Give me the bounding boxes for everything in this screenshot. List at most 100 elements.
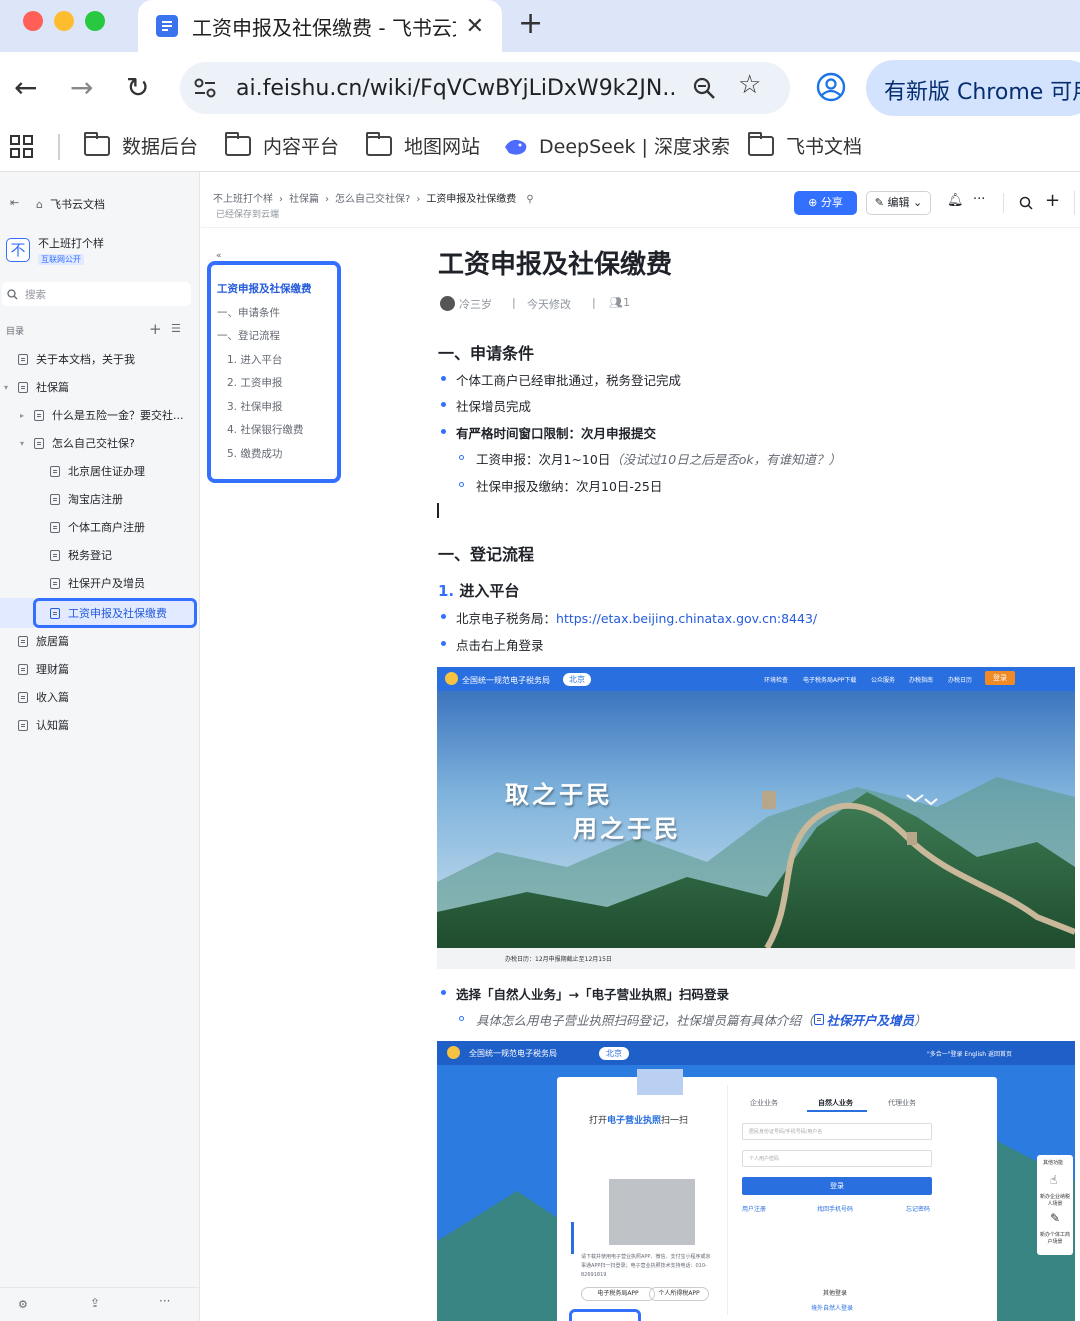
close-window-button[interactable] [23,11,43,31]
divider: | [512,296,516,309]
add-icon[interactable]: + [1045,190,1060,211]
tree-item[interactable]: 北京居住证办理 [36,463,145,479]
breadcrumb-item[interactable]: 工资申报及社保缴费 [426,194,516,205]
doc-mention-link[interactable]: 社保开户及增员 [813,1013,914,1028]
outline-item-active[interactable]: 工资申报及社保缴费 [217,281,312,296]
outline-item[interactable]: 1. 进入平台 [227,352,282,367]
profile-icon[interactable] [816,72,846,102]
tree-item[interactable]: 税务登记 [36,547,112,563]
chrome-update-button[interactable]: 有新版 Chrome 可用 [866,60,1080,116]
tree-item[interactable]: 淘宝店注册 [36,491,123,507]
outline-item[interactable]: 4. 社保银行缴费 [227,422,303,437]
add-page-icon[interactable]: + [149,320,162,338]
close-tab-icon[interactable]: ✕ [466,14,484,39]
side-panel-item[interactable]: 新办企业纳税人场景 [1039,1193,1071,1207]
minimize-window-button[interactable] [54,11,74,31]
site-nav-item[interactable]: 环境检查 [764,675,788,684]
reload-icon[interactable]: ↻ [126,66,149,110]
login-tab-active[interactable]: 自然人业务 [818,1098,853,1108]
tree-item[interactable]: 理财篇 [4,661,69,677]
etax-homepage-screenshot[interactable]: 全国统一规范电子税务局 北京 环境检查 电子税务局APP下载 公众服务 办税指南… [437,667,1075,969]
share-button[interactable]: ⊕ 分享 [794,191,857,215]
site-nav-item[interactable]: 电子税务局APP下载 [803,675,856,684]
breadcrumb-item[interactable]: 不上班打个样 [213,194,273,205]
edit-form-icon[interactable]: ✎ [1050,1211,1060,1225]
region-badge[interactable]: 北京 [563,673,591,686]
tree-item[interactable]: 收入篇 [4,689,69,705]
forward-arrow-icon[interactable]: → [70,66,93,110]
sidebar-search-input[interactable]: 搜索 [2,282,191,306]
search-icon[interactable] [1019,196,1033,210]
site-login-button[interactable]: 登录 [985,671,1015,685]
back-arrow-icon[interactable]: ← [14,66,37,110]
bookmark-folder[interactable]: 内容平台 [225,131,339,159]
find-phone-link[interactable]: 找回手机号码 [817,1204,853,1213]
tree-item[interactable]: 个体工商户注册 [36,519,145,535]
share-label: 分享 [820,196,843,209]
forgot-password-link[interactable]: 忘记密码 [906,1204,930,1213]
bookmark-star-icon[interactable]: ☆ [738,70,761,100]
qr-code-image[interactable] [609,1179,695,1245]
tree-item-current[interactable]: 工资申报及社保缴费 [36,605,167,621]
app-button[interactable]: 电子税务局APP [581,1287,655,1301]
tree-menu-icon[interactable]: ☰ [171,322,181,335]
site-nav-item[interactable]: 办税日历 [948,675,972,684]
bullet [441,376,446,381]
more-icon[interactable]: ··· [973,192,985,207]
bookmark-folder[interactable]: 地图网站 [366,131,480,159]
breadcrumb-item[interactable]: 怎么自己交社保? [335,194,410,205]
register-link[interactable]: 用户注册 [742,1204,766,1213]
zoom-search-icon[interactable] [692,76,716,100]
id-input[interactable]: 居民身份证号码/手机号码/用户名 [742,1123,932,1140]
outline-item[interactable]: 2. 工资申报 [227,375,282,390]
header-links[interactable]: "多合一"登录 English 返回首页 [927,1049,1012,1058]
settings-icon[interactable]: ⚙ [18,1298,28,1311]
zoom-window-button[interactable] [85,11,105,31]
hand-pointer-icon[interactable]: ☝ [1050,1173,1057,1187]
tree-item[interactable]: ▾ 怎么自己交社保? [20,435,135,451]
pin-icon[interactable]: ⚲ [526,194,533,205]
outline-item[interactable]: 一、申请条件 [217,305,280,320]
edit-button[interactable]: ✎ 编辑 ⌄ [866,191,931,215]
tree-item[interactable]: 关于本文档，关于我 [4,351,135,367]
login-button[interactable]: 登录 [742,1177,932,1195]
apps-grid-icon[interactable] [10,135,34,159]
sidebar-home[interactable]: ⌂ 飞书云文档 [36,196,105,212]
viewers-icon[interactable]: 👥︎ [609,296,623,309]
browser-tab[interactable]: 工资申报及社保缴费 - 飞书云文 ✕ [138,0,502,52]
password-input[interactable]: 个人用户密码 [742,1150,932,1167]
avatar[interactable] [440,296,455,311]
bookmark-folder[interactable]: 数据后台 [84,131,198,159]
share-out-icon[interactable]: ⇪ [90,1296,100,1310]
site-nav-item[interactable]: 办税指南 [909,675,933,684]
outline-item[interactable]: 一、登记流程 [217,328,280,343]
more-icon[interactable]: ··· [159,1294,170,1308]
tree-item[interactable]: 旅居篇 [4,633,69,649]
region-badge[interactable]: 北京 [599,1047,629,1060]
login-tab[interactable]: 代理业务 [888,1098,916,1108]
tree-item[interactable]: 社保开户及增员 [36,575,145,591]
tree-item[interactable]: 认知篇 [4,717,69,733]
collapse-sidebar-icon[interactable]: ⇤ [10,196,19,209]
bell-icon[interactable]: 🔔︎ [947,193,964,208]
etax-login-screenshot[interactable]: 全国统一规范电子税务局 北京 "多合一"登录 English 返回首页 打开电子… [437,1041,1075,1321]
author-name[interactable]: 冷三岁 [459,296,492,312]
foreign-login-link[interactable]: 境外自然人登录 [811,1303,853,1312]
bookmark-link[interactable]: DeepSeek | 深度求索 [503,132,730,159]
new-tab-button[interactable]: + [518,6,543,41]
site-nav-item[interactable]: 公众服务 [871,675,895,684]
outline-item[interactable]: 5. 缴费成功 [227,446,282,461]
tree-item[interactable]: ▸ 什么是五险一金？要交社... [20,407,184,423]
address-bar[interactable]: ai.feishu.cn/wiki/FqVCwBYjLiDxW9k2JN... … [180,62,790,114]
collapse-outline-icon[interactable]: « [216,251,222,261]
app-button[interactable]: 个人所得税APP [649,1287,709,1301]
login-tab[interactable]: 企业业务 [750,1098,778,1108]
breadcrumb-item[interactable]: 社保篇 [289,194,319,205]
site-settings-icon[interactable] [194,78,216,98]
tree-item[interactable]: ▾ 社保篇 [4,379,69,395]
space-name[interactable]: 不上班打个样 [38,235,104,251]
bookmark-folder[interactable]: 飞书文档 [748,131,862,159]
outline-item[interactable]: 3. 社保申报 [227,399,282,414]
side-panel-item[interactable]: 新办个体工商户场景 [1039,1231,1071,1245]
etax-link[interactable]: https://etax.beijing.chinatax.gov.cn:844… [556,611,817,626]
